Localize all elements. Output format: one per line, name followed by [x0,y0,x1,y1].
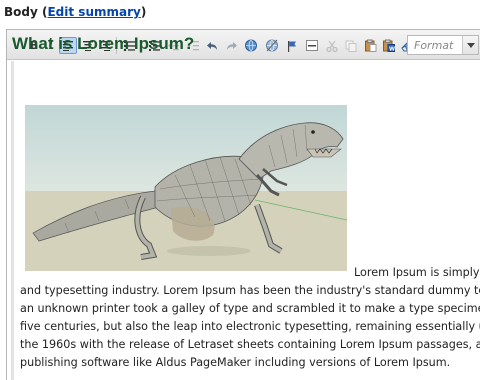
text-line-4: five centuries, but also the leap into e… [20,320,480,333]
chevron-down-icon[interactable] [462,36,478,54]
paste-icon[interactable] [361,37,379,54]
anchor-flag-icon[interactable] [283,37,301,54]
copy-icon[interactable] [342,37,360,54]
dinosaur-image[interactable] [25,105,347,271]
content-left-border [11,61,14,380]
undo-icon[interactable] [203,37,221,54]
text-line-5: the 1960s with the release of Letraset s… [20,338,480,351]
redo-icon[interactable] [223,37,241,54]
text-line-2: and typesetting industry. Lorem Ipsum ha… [20,284,480,297]
close-paren: ) [140,5,147,19]
text-line-3: an unknown printer took a galley of type… [20,302,480,315]
format-dropdown[interactable]: Format [407,35,479,55]
content-heading: What is Lorem Ipsum? [12,34,195,53]
unlink-icon[interactable] [263,37,281,54]
cut-icon[interactable] [323,37,341,54]
body-field-label: Body (Edit summary) [4,5,146,19]
body-label-text: Body [4,5,38,19]
text-line-6: publishing software like Aldus PageMaker… [20,356,451,369]
edit-summary-link[interactable]: Edit summary [47,5,140,19]
horizontal-rule-icon[interactable] [303,37,321,54]
format-dropdown-value: Format [414,39,454,52]
link-icon[interactable] [242,37,260,54]
text-line-1: Lorem Ipsum is simply [354,266,480,279]
svg-text:W: W [389,46,395,52]
paste-word-icon[interactable]: W [379,37,397,54]
